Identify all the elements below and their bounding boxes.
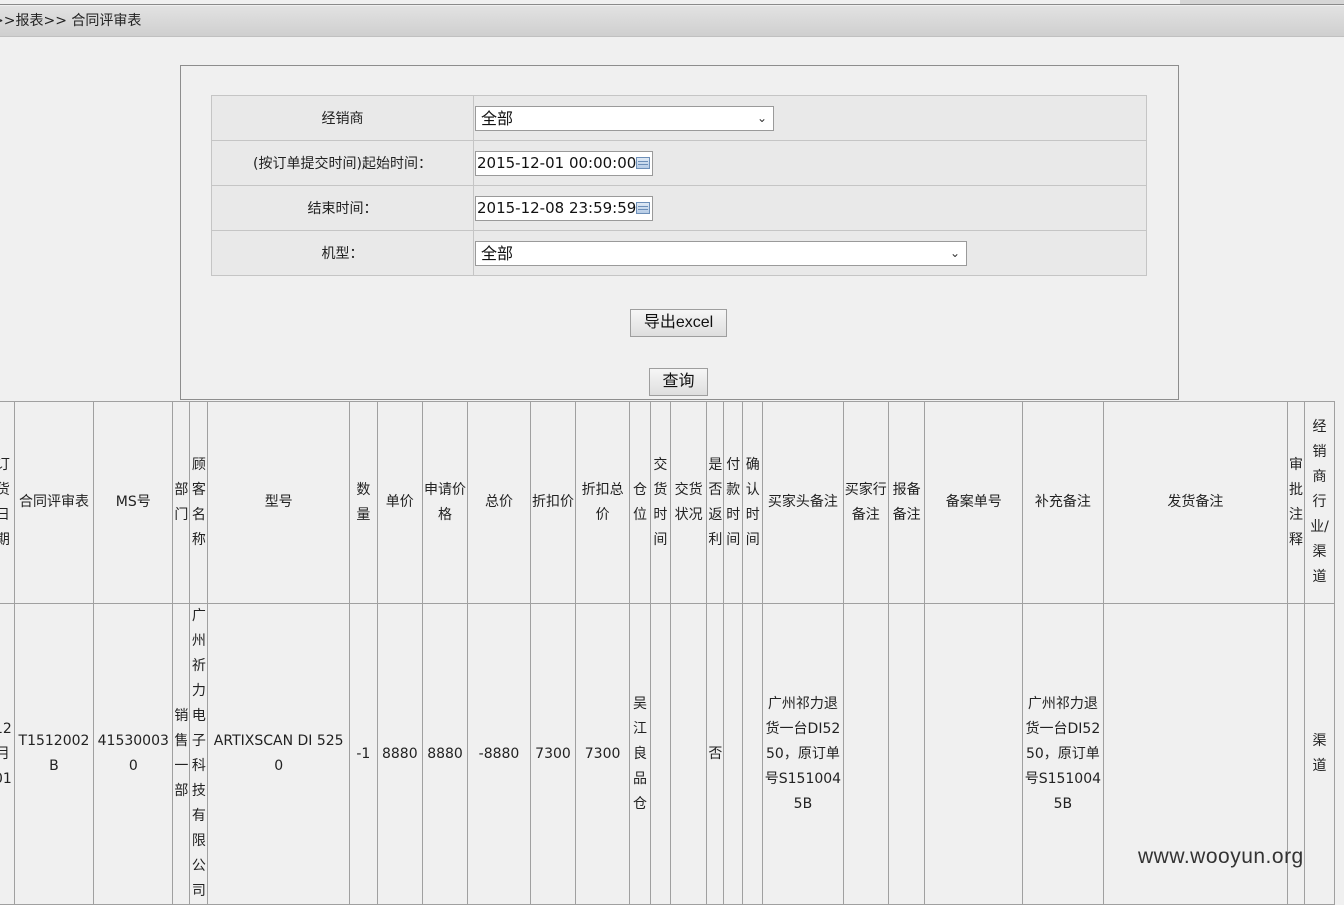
cell-qty: -1 — [348, 603, 378, 905]
col-filing-note: 报备备注 — [887, 401, 926, 604]
table-row: 12月01 T1512002B 415300030 销售一部 广州祈力电子科技有… — [0, 603, 1335, 905]
col-unit-price: 单价 — [376, 401, 423, 604]
start-time-label: (按订单提交时间)起始时间： — [211, 140, 474, 186]
cell-confirm-time — [742, 603, 764, 905]
col-buyer-head-note: 买家头备注 — [762, 401, 844, 604]
cell-unit-price: 8880 — [376, 603, 423, 905]
col-approval-note: 审批注释 — [1287, 401, 1306, 604]
cell-buyer-line-note — [842, 603, 889, 905]
breadcrumb-text: >>报表>> 合同评审表 — [0, 13, 142, 29]
col-contract: 合同评审表 — [13, 401, 95, 604]
col-filing-no: 备案单号 — [924, 401, 1024, 604]
start-time-value: 2015-12-01 00:00:00 — [477, 154, 637, 172]
cell-total: -8880 — [467, 603, 531, 905]
cell-delivery-time — [649, 603, 671, 905]
calendar-icon[interactable] — [636, 202, 650, 214]
table-header-row: 订货日期 合同评审表 MS号 部门 顾客名称 型号 数量 单价 申请价格 总价 … — [0, 401, 1335, 604]
cell-customer: 广州祈力电子科技有限公司 — [189, 603, 209, 905]
col-discount-total: 折扣总价 — [575, 401, 631, 604]
col-discount-price: 折扣价 — [529, 401, 577, 604]
filter-row-start-time: (按订单提交时间)起始时间： 2015-12-01 00:00:00 — [211, 140, 1147, 186]
col-warehouse: 仓位 — [629, 401, 651, 604]
cell-discount-price: 7300 — [529, 603, 577, 905]
filter-row-end-time: 结束时间： 2015-12-08 23:59:59 — [211, 185, 1147, 231]
query-button[interactable]: 查询 — [649, 368, 708, 396]
query-panel: 经销商 全部 ⌄ (按订单提交时间)起始时间： 2015-12-01 00:00… — [180, 65, 1179, 400]
watermark: www.wooyun.org — [1138, 845, 1304, 868]
col-qty: 数量 — [348, 401, 378, 604]
top-scroll-segment — [1180, 0, 1344, 4]
end-time-label: 结束时间： — [211, 185, 474, 231]
breadcrumb: >>报表>> 合同评审表 — [0, 6, 1344, 37]
cell-dealer-channel: 渠道 — [1304, 603, 1335, 905]
cell-contract: T1512002B — [13, 603, 95, 905]
cell-order-date: 12月01 — [0, 603, 15, 905]
model-select[interactable]: 全部 ⌄ — [475, 241, 967, 266]
filter-row-model: 机型： 全部 ⌄ — [211, 230, 1147, 276]
chevron-down-icon: ⌄ — [756, 111, 767, 125]
col-confirm-time: 确认时间 — [742, 401, 764, 604]
cell-pay-time — [723, 603, 744, 905]
col-delivery-time: 交货时间 — [649, 401, 671, 604]
cell-buyer-head-note: 广州祁力退货一台DI5250，原订单号S1510045B — [762, 603, 844, 905]
cell-filing-no — [924, 603, 1024, 905]
cell-discount-total: 7300 — [575, 603, 631, 905]
model-label: 机型： — [211, 230, 474, 276]
col-rebate: 是否返利 — [706, 401, 725, 604]
cell-delivery-status — [669, 603, 708, 905]
col-buyer-line-note: 买家行备注 — [842, 401, 889, 604]
col-ship-note: 发货备注 — [1102, 401, 1289, 604]
model-select-value: 全部 — [481, 244, 514, 263]
end-time-input[interactable]: 2015-12-08 23:59:59 — [475, 196, 653, 221]
col-ms-no: MS号 — [93, 401, 174, 604]
calendar-icon[interactable] — [636, 157, 650, 169]
cell-ms-no: 415300030 — [93, 603, 174, 905]
cell-extra-note: 广州祁力退货一台DI5250，原订单号S1510045B — [1022, 603, 1104, 905]
col-customer: 顾客名称 — [189, 401, 209, 604]
cell-model: ARTIXSCAN DI 5250 — [207, 603, 350, 905]
col-dealer-channel: 经销商行业/渠道 — [1304, 401, 1335, 604]
end-time-value: 2015-12-08 23:59:59 — [477, 199, 637, 217]
col-order-date: 订货日期 — [0, 401, 15, 604]
filter-row-dealer: 经销商 全部 ⌄ — [211, 95, 1147, 141]
contract-review-table: 订货日期 合同评审表 MS号 部门 顾客名称 型号 数量 单价 申请价格 总价 … — [0, 401, 1335, 905]
col-delivery-status: 交货状况 — [669, 401, 708, 604]
col-dept: 部门 — [172, 401, 191, 604]
cell-rebate: 否 — [706, 603, 725, 905]
col-model: 型号 — [207, 401, 350, 604]
col-total: 总价 — [467, 401, 531, 604]
cell-apply-price: 8880 — [421, 603, 469, 905]
dealer-label: 经销商 — [211, 95, 474, 141]
col-pay-time: 付款时间 — [723, 401, 744, 604]
export-excel-button[interactable]: 导出excel — [630, 309, 727, 337]
cell-dept: 销售一部 — [172, 603, 191, 905]
window-top-border — [0, 0, 1344, 5]
cell-filing-note — [887, 603, 926, 905]
chevron-down-icon: ⌄ — [949, 246, 960, 260]
filter-form: 经销商 全部 ⌄ (按订单提交时间)起始时间： 2015-12-01 00:00… — [211, 95, 1147, 276]
start-time-input[interactable]: 2015-12-01 00:00:00 — [475, 151, 653, 176]
dealer-select-value: 全部 — [481, 109, 514, 128]
col-apply-price: 申请价格 — [421, 401, 469, 604]
col-extra-note: 补充备注 — [1022, 401, 1104, 604]
dealer-select[interactable]: 全部 ⌄ — [475, 106, 774, 131]
cell-warehouse: 吴江良品仓 — [629, 603, 651, 905]
